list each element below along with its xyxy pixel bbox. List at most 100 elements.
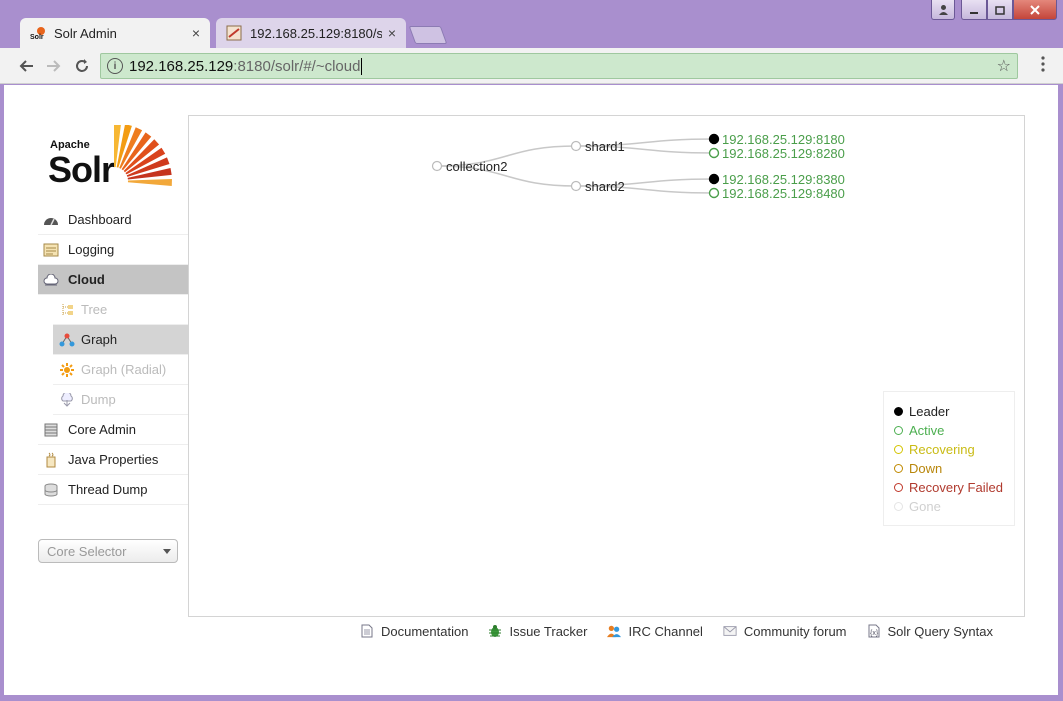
footer-issue-tracker-link[interactable]: Issue Tracker [488, 624, 587, 639]
sidebar-subitem-tree[interactable]: Tree [53, 295, 188, 325]
minimize-icon [970, 11, 978, 14]
collection-label[interactable]: collection2 [446, 159, 507, 174]
footer-query-syntax-link[interactable]: {x} Solr Query Syntax [867, 623, 994, 639]
footer-link-label: Solr Query Syntax [887, 623, 994, 639]
footer-community-forum-link[interactable]: Community forum [723, 624, 847, 639]
sidebar-subitem-label: Tree [81, 302, 108, 317]
community-icon [723, 624, 737, 638]
close-window-button[interactable] [1013, 0, 1057, 20]
legend-dot-icon [894, 464, 903, 473]
footer-links: Documentation Issue Tracker IRC Channel … [360, 621, 1013, 641]
solr-sun-icon [114, 125, 172, 187]
maximize-button[interactable] [987, 0, 1013, 20]
replica-host-label[interactable]: 192.168.25.129:8280 [722, 146, 845, 161]
legend-dot-icon [894, 426, 903, 435]
sidebar-item-thread-dump[interactable]: Thread Dump [38, 475, 188, 505]
logging-icon [42, 243, 60, 257]
replica-node-active[interactable] [708, 187, 720, 199]
cloud-graph: collection2shard1 192.168.25.129:8180192.… [431, 132, 845, 201]
browser-menu-button[interactable] [1041, 56, 1045, 72]
legend-label: Recovering [909, 442, 975, 457]
window-controls [931, 0, 1057, 20]
reload-button[interactable] [70, 54, 94, 78]
legend-item: Gone [894, 497, 1004, 516]
tab-solr-admin[interactable]: Solr Solr Admin × [20, 18, 210, 48]
legend-item: Recovering [894, 440, 1004, 459]
replica-host-label[interactable]: 192.168.25.129:8380 [722, 172, 845, 187]
sidebar-item-cloud[interactable]: Cloud [38, 265, 188, 295]
query-syntax-icon: {x} [867, 624, 881, 638]
window-titlebar: Solr Solr Admin × 192.168.25.129:8180/sc… [0, 0, 1063, 48]
sidebar-menu: Dashboard Logging Cloud Tree Graph Graph… [38, 205, 188, 505]
svg-text:Solr: Solr [30, 34, 44, 41]
graph-icon [59, 333, 75, 347]
replica-host-label[interactable]: 192.168.25.129:8180 [722, 132, 845, 147]
shard-node[interactable] [570, 140, 582, 152]
restore-icon [994, 5, 1005, 15]
sidebar-subitem-graph[interactable]: Graph [53, 325, 188, 355]
replica-node-active[interactable] [708, 147, 720, 159]
tab-title: Solr Admin [54, 25, 117, 41]
graph-legend: Leader Active Recovering Down Recovery Faile… [883, 391, 1015, 526]
solr-logo[interactable]: Apache Solr [48, 125, 180, 190]
tab-solr-instance[interactable]: 192.168.25.129:8180/sc × [216, 18, 406, 48]
collection-node[interactable] [431, 160, 443, 172]
address-bar[interactable]: i 192.168.25.129:8180/solr/#/~cloud ☆ [100, 53, 1018, 79]
shard-node[interactable] [570, 180, 582, 192]
core-selector-dropdown[interactable]: Core Selector [38, 539, 178, 563]
reload-icon [76, 59, 88, 72]
sidebar-item-label: Core Admin [68, 422, 136, 437]
shard-label[interactable]: shard2 [585, 179, 625, 194]
sidebar-item-label: Thread Dump [68, 482, 148, 497]
sidebar-item-label: Dashboard [68, 212, 132, 227]
back-button[interactable] [14, 54, 38, 78]
legend-label: Gone [909, 499, 941, 514]
legend-dot-icon [894, 407, 903, 416]
footer-link-label: IRC Channel [628, 623, 703, 639]
footer-irc-channel-link[interactable]: IRC Channel [607, 623, 703, 639]
footer-documentation-link[interactable]: Documentation [360, 624, 468, 639]
legend-dot-icon [894, 483, 903, 492]
shard-label[interactable]: shard1 [585, 139, 625, 154]
sidebar-item-core-admin[interactable]: Core Admin [38, 415, 188, 445]
footer-link-label: Issue Tracker [509, 623, 588, 639]
sidebar-subitem-label: Graph [81, 332, 118, 347]
sidebar-item-logging[interactable]: Logging [38, 235, 188, 265]
legend-item: Recovery Failed [894, 478, 1004, 497]
radial-icon [59, 362, 75, 377]
footer-link-label: Documentation [381, 623, 469, 639]
legend-label: Active [909, 423, 945, 438]
legend-item: Down [894, 459, 1004, 478]
thread-dump-icon [42, 483, 60, 497]
more-vertical-icon [1041, 56, 1045, 72]
tab-close-button[interactable]: × [192, 25, 200, 41]
sidebar-subitem-dump[interactable]: Dump [53, 385, 188, 415]
new-tab-button[interactable] [408, 26, 448, 44]
core-admin-icon [42, 423, 60, 437]
profile-button[interactable] [931, 0, 955, 20]
minimize-button[interactable] [961, 0, 987, 20]
chevron-down-icon [163, 549, 171, 554]
replica-node-leader[interactable] [708, 173, 720, 185]
sidebar-item-dashboard[interactable]: Dashboard [38, 205, 188, 235]
forward-button[interactable] [42, 54, 66, 78]
page-favicon-icon [226, 25, 242, 41]
browser-toolbar: i 192.168.25.129:8180/solr/#/~cloud ☆ [0, 48, 1063, 84]
issue-tracker-icon [488, 624, 502, 638]
solr-favicon-icon: Solr [30, 25, 46, 41]
sidebar-subitem-graph-radial[interactable]: Graph (Radial) [53, 355, 188, 385]
replica-host-label[interactable]: 192.168.25.129:8480 [722, 186, 845, 201]
documentation-icon [360, 624, 374, 638]
legend-dot-icon [894, 445, 903, 454]
dump-icon [59, 392, 75, 407]
tab-close-button[interactable]: × [388, 25, 396, 41]
tab-title: 192.168.25.129:8180/sc [250, 25, 382, 41]
legend-label: Down [909, 461, 943, 476]
bookmark-star-icon[interactable]: ☆ [997, 56, 1011, 76]
info-icon[interactable]: i [107, 58, 123, 74]
dashboard-icon [42, 213, 60, 227]
logo-solr-text: Solr [48, 149, 115, 190]
replica-node-leader[interactable] [708, 133, 720, 145]
sidebar-item-java-properties[interactable]: Java Properties [38, 445, 188, 475]
url-path: :8180/solr/#/~cloud [233, 57, 361, 75]
